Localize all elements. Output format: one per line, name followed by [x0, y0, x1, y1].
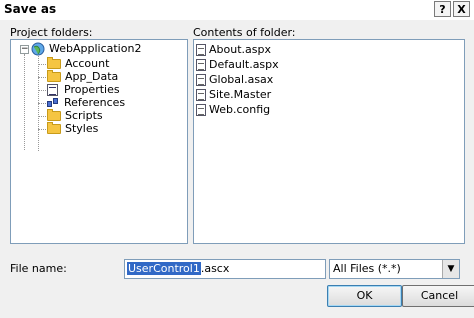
- tree-item-label: App_Data: [65, 70, 119, 83]
- tree-item-account[interactable]: Account: [47, 57, 109, 71]
- file-item-default-aspx[interactable]: Default.aspx: [196, 58, 279, 72]
- file-name-label: File name:: [10, 262, 67, 275]
- cancel-button[interactable]: Cancel: [402, 285, 474, 307]
- tree-line: [38, 64, 46, 65]
- title-bar: Save as ? X: [0, 0, 474, 20]
- tree-item-app-data[interactable]: App_Data: [47, 70, 118, 84]
- dialog-title: Save as: [4, 2, 57, 16]
- file-item-label: Site.Master: [209, 88, 272, 101]
- project-folders-label: Project folders:: [10, 26, 93, 39]
- master-file-icon: [196, 89, 206, 101]
- tree-line: [38, 90, 46, 91]
- tree-item-scripts[interactable]: Scripts: [47, 109, 103, 123]
- file-item-about-aspx[interactable]: About.aspx: [196, 43, 271, 57]
- tree-line: [38, 103, 46, 104]
- file-name-selected-text: UserControl1: [127, 262, 201, 275]
- aspx-file-icon: [196, 44, 206, 56]
- config-file-icon: [196, 104, 206, 116]
- file-item-label: Web.config: [209, 103, 271, 116]
- file-item-web-config[interactable]: Web.config: [196, 103, 270, 117]
- tree-line: [38, 77, 46, 78]
- file-item-label: Global.asax: [209, 73, 274, 86]
- chevron-down-icon[interactable]: ▼: [442, 260, 459, 278]
- file-item-label: About.aspx: [209, 43, 271, 56]
- file-name-extension: .ascx: [200, 262, 230, 275]
- file-type-value: All Files (*.*): [333, 262, 401, 275]
- save-as-dialog: Save as ? X Project folders: Contents of…: [0, 0, 474, 318]
- references-icon: [47, 98, 59, 108]
- folder-contents-list[interactable]: About.aspx Default.aspx Global.asax Site…: [193, 39, 465, 244]
- properties-icon: [47, 84, 58, 96]
- file-name-input[interactable]: UserControl1.ascx: [124, 259, 326, 279]
- tree-item-styles[interactable]: Styles: [47, 122, 98, 136]
- file-type-select[interactable]: All Files (*.*) ▼: [329, 259, 460, 279]
- tree-item-references[interactable]: References: [47, 96, 125, 110]
- file-item-label: Default.aspx: [209, 58, 279, 71]
- web-project-icon: [31, 42, 45, 56]
- close-button[interactable]: X: [453, 1, 470, 17]
- collapse-icon[interactable]: −: [20, 45, 29, 54]
- tree-line: [38, 116, 46, 117]
- file-item-site-master[interactable]: Site.Master: [196, 88, 271, 102]
- project-folders-tree[interactable]: − WebApplication2 Account App_Data Prope…: [10, 39, 188, 244]
- ok-button[interactable]: OK: [327, 285, 402, 307]
- folder-icon: [47, 122, 61, 134]
- tree-root-webapplication2[interactable]: WebApplication2: [31, 42, 141, 56]
- help-button[interactable]: ?: [434, 1, 451, 17]
- tree-item-label: Account: [65, 57, 110, 70]
- file-item-global-asax[interactable]: Global.asax: [196, 73, 273, 87]
- tree-item-label: Properties: [64, 83, 120, 96]
- contents-of-folder-label: Contents of folder:: [193, 26, 296, 39]
- tree-line: [38, 129, 46, 130]
- tree-item-label: Scripts: [65, 109, 103, 122]
- tree-root-label: WebApplication2: [49, 42, 142, 55]
- tree-item-label: References: [64, 96, 126, 109]
- tree-item-properties[interactable]: Properties: [47, 83, 120, 97]
- folder-icon: [47, 109, 61, 121]
- tree-line: [24, 54, 25, 150]
- aspx-file-icon: [196, 59, 206, 71]
- folder-icon: [47, 70, 61, 82]
- tree-item-label: Styles: [65, 122, 99, 135]
- folder-icon: [47, 57, 61, 69]
- asax-file-icon: [196, 74, 206, 86]
